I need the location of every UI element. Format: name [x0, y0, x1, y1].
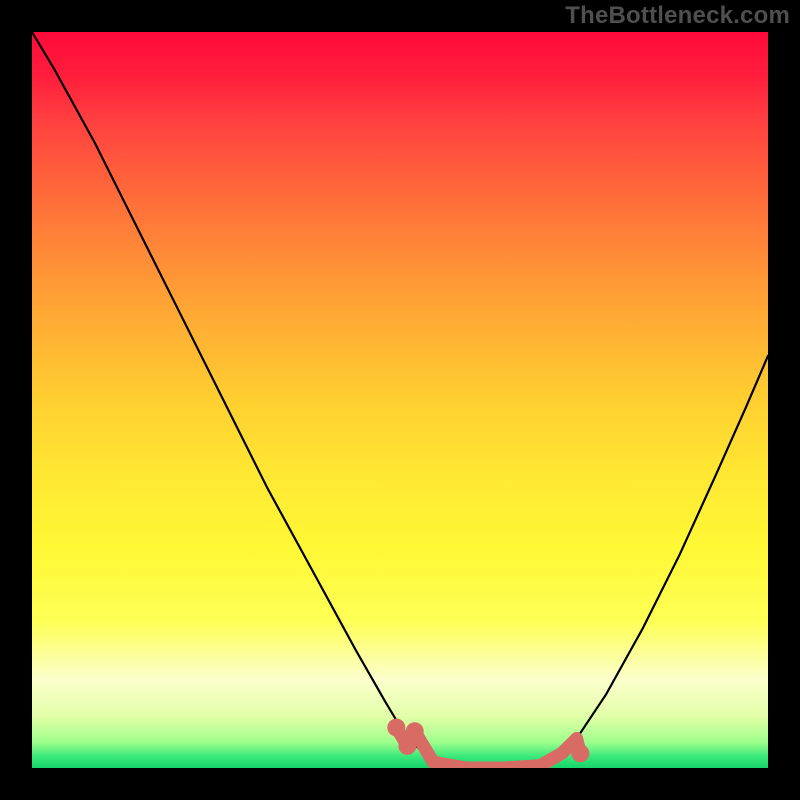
heat-gradient-background: [32, 32, 768, 768]
watermark-text: TheBottleneck.com: [565, 2, 790, 30]
chart-frame: [32, 32, 768, 768]
plot-area: [32, 32, 768, 768]
